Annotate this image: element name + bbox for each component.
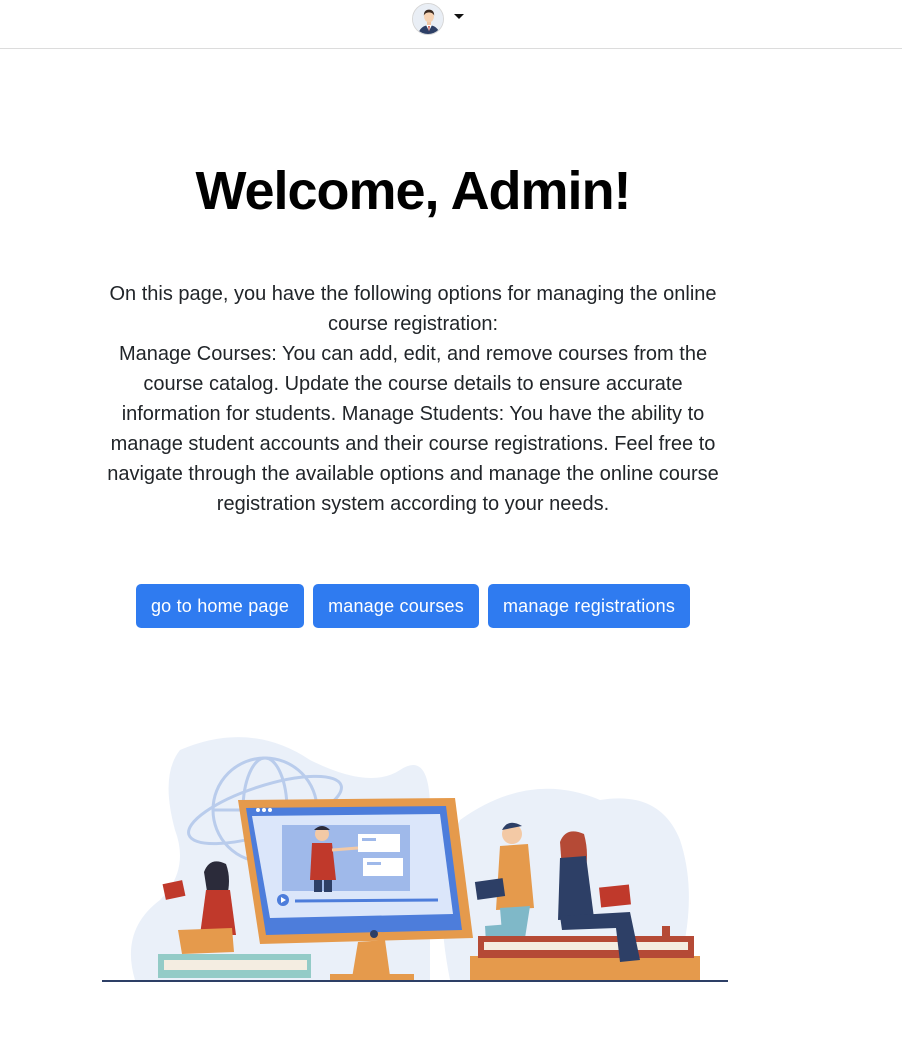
manage-registrations-button[interactable]: manage registrations bbox=[487, 584, 691, 628]
top-navbar bbox=[0, 0, 902, 49]
user-avatar-icon[interactable] bbox=[412, 3, 444, 35]
go-to-home-page-button[interactable]: go to home page bbox=[135, 584, 305, 628]
details-text: Manage Courses: You can add, edit, and r… bbox=[107, 343, 719, 515]
manage-courses-button[interactable]: manage courses bbox=[313, 584, 479, 628]
intro-text: On this page, you have the following opt… bbox=[109, 283, 717, 335]
caret-down-icon[interactable] bbox=[454, 13, 464, 19]
action-buttons: go to home page manage courses manage re… bbox=[0, 584, 826, 628]
page-description: On this page, you have the following opt… bbox=[100, 279, 726, 519]
user-menu-toggle[interactable] bbox=[412, 3, 464, 35]
page-title: Welcome, Admin! bbox=[195, 161, 631, 221]
online-learning-illustration bbox=[100, 730, 732, 991]
